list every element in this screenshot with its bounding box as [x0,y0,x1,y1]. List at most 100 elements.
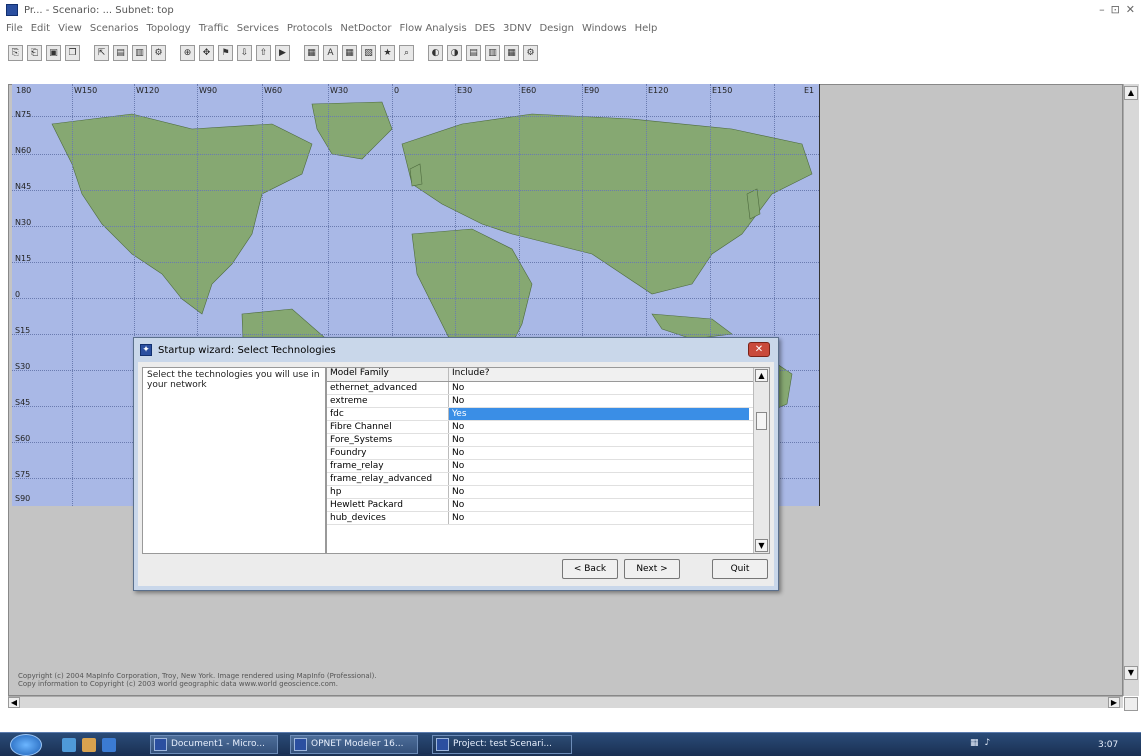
menu-topology[interactable]: Topology [147,23,191,34]
menu-design[interactable]: Design [539,23,574,34]
network-icon[interactable]: ▦ [970,738,979,748]
table-row-selected[interactable]: fdc Yes [327,408,769,421]
longitude-label: E30 [457,86,473,95]
menu-flow-analysis[interactable]: Flow Analysis [399,23,466,34]
copy-icon[interactable]: ❐ [65,45,80,61]
start-button[interactable] [10,734,42,756]
table-row[interactable]: Hewlett Packard No [327,499,769,512]
quicklaunch-folder-icon[interactable] [82,738,96,752]
column-header-include[interactable]: Include? [449,368,749,381]
grid-icon[interactable]: ▦ [342,45,357,61]
layout-icon[interactable]: ▧ [361,45,376,61]
table-scroll-up-icon[interactable]: ▲ [755,369,768,382]
favorite-icon[interactable]: ★ [380,45,395,61]
settings-icon[interactable]: ⚙ [523,45,538,61]
menu-services[interactable]: Services [237,23,279,34]
import-icon[interactable]: ⇩ [237,45,252,61]
table-row[interactable]: hub_devices No [327,512,769,525]
include-cell[interactable]: No [449,512,749,524]
config-icon[interactable]: ⚙ [151,45,166,61]
include-cell[interactable]: No [449,499,749,511]
quicklaunch-desktop-icon[interactable] [62,738,76,752]
menu-des[interactable]: DES [475,23,495,34]
include-cell[interactable]: No [449,434,749,446]
menu-file[interactable]: File [6,23,23,34]
zoom-corner-button[interactable] [1124,697,1138,711]
longitude-label: W120 [136,86,160,95]
menu-windows[interactable]: Windows [582,23,627,34]
table-scrollbar[interactable]: ▲ ▼ [753,368,769,553]
horizontal-scrollbar[interactable] [8,696,1123,708]
scroll-up-arrow-icon[interactable]: ▲ [1124,86,1138,100]
open-icon[interactable]: ⎗ [27,45,42,61]
column-header-model-family[interactable]: Model Family [327,368,449,381]
table-scroll-down-icon[interactable]: ▼ [755,539,768,552]
menu-view[interactable]: View [58,23,82,34]
table-row[interactable]: frame_relay_advanced No [327,473,769,486]
chart-icon[interactable]: ▥ [485,45,500,61]
table-scroll-thumb[interactable] [756,412,767,430]
export-icon[interactable]: ⇧ [256,45,271,61]
menu-protocols[interactable]: Protocols [287,23,333,34]
device-icon[interactable]: ▤ [113,45,128,61]
close-button[interactable]: ✕ [1126,3,1135,16]
back-button[interactable]: < Back [562,559,618,579]
vertical-scrollbar[interactable] [1123,84,1139,696]
dialog-close-button[interactable]: ✕ [748,342,770,357]
include-cell[interactable]: No [449,460,749,472]
model-family-cell: fdc [327,408,449,420]
task-word[interactable]: Document1 - Micro... [150,735,278,754]
save-icon[interactable]: ▣ [46,45,61,61]
table-row[interactable]: Foundry No [327,447,769,460]
zoom-icon[interactable]: ⊕ [180,45,195,61]
model-family-cell: hub_devices [327,512,449,524]
menu-3dnv[interactable]: 3DNV [503,23,531,34]
show-icon[interactable]: ◑ [447,45,462,61]
table-row[interactable]: Fore_Systems No [327,434,769,447]
menu-scenarios[interactable]: Scenarios [90,23,139,34]
include-cell[interactable]: No [449,486,749,498]
scroll-right-arrow-icon[interactable]: ▶ [1108,697,1120,708]
pan-icon[interactable]: ✥ [199,45,214,61]
menu-edit[interactable]: Edit [31,23,50,34]
menu-traffic[interactable]: Traffic [199,23,229,34]
results-icon[interactable]: ▦ [304,45,319,61]
table-row[interactable]: ethernet_advanced No [327,382,769,395]
scroll-left-arrow-icon[interactable]: ◀ [8,697,20,708]
dialog-title-bar[interactable]: ✦ Startup wizard: Select Technologies ✕ [134,338,778,362]
include-cell[interactable]: No [449,447,749,459]
link-icon[interactable]: ▥ [132,45,147,61]
text-icon[interactable]: A [323,45,338,61]
include-cell[interactable]: No [449,382,749,394]
table-row[interactable]: Fibre Channel No [327,421,769,434]
menu-help[interactable]: Help [635,23,658,34]
clock[interactable]: 3:07 [1098,740,1118,750]
include-cell[interactable]: Yes [449,408,749,420]
word-icon [154,738,167,751]
report-icon[interactable]: ▤ [466,45,481,61]
volume-icon[interactable]: ♪ [985,738,991,748]
next-button[interactable]: Next > [624,559,680,579]
quit-button[interactable]: Quit [712,559,768,579]
new-project-icon[interactable]: ⎘ [8,45,23,61]
table-row[interactable]: hp No [327,486,769,499]
table-row[interactable]: frame_relay No [327,460,769,473]
filter-icon[interactable]: ⚑ [218,45,233,61]
include-cell[interactable]: No [449,421,749,433]
table-icon[interactable]: ▦ [504,45,519,61]
include-cell[interactable]: No [449,395,749,407]
minimize-button[interactable]: – [1099,3,1105,16]
table-row[interactable]: extreme No [327,395,769,408]
select-icon[interactable]: ⇱ [94,45,109,61]
task-opnet[interactable]: OPNET Modeler 16... [290,735,418,754]
quicklaunch-ie-icon[interactable] [102,738,116,752]
menu-netdoctor[interactable]: NetDoctor [340,23,391,34]
model-family-cell: frame_relay [327,460,449,472]
task-project[interactable]: Project: test Scenari... [432,735,572,754]
include-cell[interactable]: No [449,473,749,485]
scroll-down-arrow-icon[interactable]: ▼ [1124,666,1138,680]
hide-icon[interactable]: ◐ [428,45,443,61]
inspect-icon[interactable]: ⌕ [399,45,414,61]
sim-icon[interactable]: ▶ [275,45,290,61]
restore-button[interactable]: ⊡ [1111,3,1120,16]
